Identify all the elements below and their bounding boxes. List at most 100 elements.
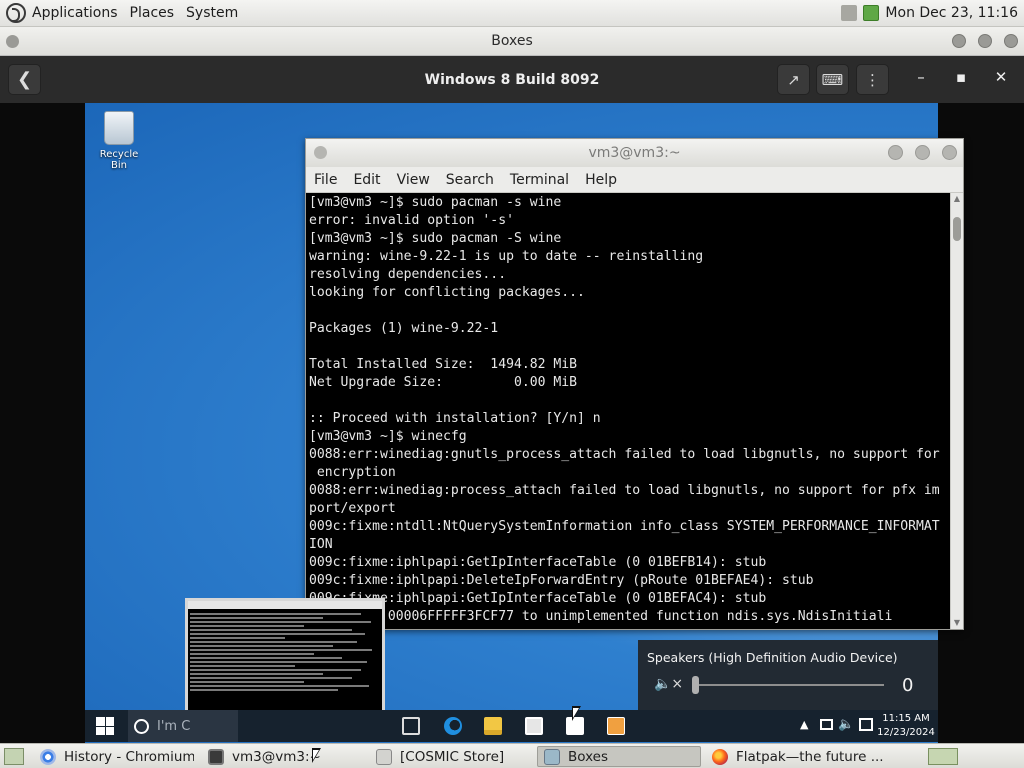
- scroll-up-icon[interactable]: ▲: [953, 195, 961, 203]
- host-mouse-cursor: [312, 748, 321, 763]
- terminal-menu-edit[interactable]: Edit: [345, 172, 388, 188]
- panel-clock[interactable]: Mon Dec 23, 11:16: [885, 5, 1018, 21]
- terminal-menu-terminal[interactable]: Terminal: [502, 172, 577, 188]
- header-minimize-icon[interactable]: –: [909, 68, 933, 86]
- file-explorer-icon[interactable]: [484, 717, 502, 735]
- guest-taskbar: I'm C ▲ 🔈 11:15 AM 12/23/2024: [85, 710, 938, 742]
- task-boxes[interactable]: Boxes: [537, 746, 701, 767]
- terminal-menu-view[interactable]: View: [389, 172, 438, 188]
- volume-slider-track[interactable]: [694, 684, 884, 686]
- terminal-line: from 00006FFFFF3FCF77 to unimplemented f…: [309, 609, 893, 624]
- fullscreen-button[interactable]: ↗: [777, 64, 810, 95]
- terminal-window[interactable]: vm3@vm3:~ File Edit View Search Terminal…: [305, 138, 964, 630]
- store-icon: [376, 748, 392, 765]
- keyboard-button[interactable]: ⌨: [816, 64, 849, 95]
- terminal-line: [vm3@vm3 ~]$ winecfg: [309, 429, 467, 444]
- terminal-line: error: invalid option '-s': [309, 213, 514, 228]
- volume-tray-icon[interactable]: 🔈: [838, 717, 854, 732]
- volume-flyout: Speakers (High Definition Audio Device) …: [638, 640, 938, 710]
- cortana-icon: [134, 718, 149, 734]
- back-button[interactable]: ❮: [8, 64, 41, 95]
- header-maximize-icon[interactable]: ▪: [949, 68, 973, 86]
- store-icon[interactable]: [525, 717, 543, 735]
- task-chromium[interactable]: History - Chromium: [34, 746, 194, 767]
- terminal-window-controls: [888, 145, 957, 160]
- volume-slider-thumb[interactable]: [692, 676, 699, 694]
- menu-applications[interactable]: Applications: [26, 5, 124, 21]
- terminal-icon: [208, 748, 224, 765]
- task-firefox[interactable]: Flatpak—the future ...: [706, 746, 884, 767]
- scroll-down-icon[interactable]: ▼: [953, 619, 961, 627]
- task-label: Flatpak—the future ...: [736, 748, 884, 765]
- terminal-line: [vm3@vm3 ~]$ sudo pacman -s wine: [309, 195, 562, 210]
- workspace-switcher[interactable]: [928, 748, 958, 765]
- terminal-line: [vm3@vm3 ~]$ sudo pacman -S wine: [309, 231, 562, 246]
- terminal-output[interactable]: [vm3@vm3 ~]$ sudo pacman -s wine error: i…: [306, 193, 963, 629]
- menu-places[interactable]: Places: [124, 5, 181, 21]
- terminal-menu-help[interactable]: Help: [577, 172, 625, 188]
- chevron-left-icon: ❮: [16, 69, 33, 90]
- cortana-search-box[interactable]: I'm C: [128, 710, 238, 742]
- terminal-line: Net Upgrade Size: 0.00 MiB: [309, 375, 578, 390]
- terminal-line: 009c:fixme:iphlpapi:GetIpInterfaceTable …: [309, 591, 767, 606]
- guest-mouse-cursor: [572, 706, 581, 721]
- terminal-line: 009c:fixme:iphlpapi:DeleteIpForwardEntry…: [309, 573, 814, 588]
- network-tray-icon[interactable]: [820, 719, 833, 730]
- recycle-bin-label: Recycle Bin: [99, 149, 139, 171]
- panel-tray: Mon Dec 23, 11:16: [841, 5, 1024, 21]
- menu-button[interactable]: ⋮: [856, 64, 889, 95]
- task-store[interactable]: [COSMIC Store]: [370, 746, 530, 767]
- terminal-line: 0088:err:winediag:process_attach failed …: [309, 483, 940, 498]
- media-player-icon[interactable]: [607, 717, 625, 735]
- windows-start-icon[interactable]: [96, 717, 114, 735]
- terminal-menu-file[interactable]: File: [306, 172, 345, 188]
- terminal-line: 009c:fixme:iphlpapi:GetIpInterfaceTable …: [309, 555, 767, 570]
- action-center-icon[interactable]: [859, 718, 873, 731]
- battery-icon[interactable]: [863, 5, 880, 21]
- show-desktop-icon[interactable]: [4, 747, 24, 765]
- keyboard-icon: ⌨: [821, 70, 844, 89]
- terminal-minimize-icon[interactable]: [888, 145, 903, 160]
- close-icon[interactable]: [1004, 34, 1018, 48]
- edge-icon[interactable]: [444, 717, 462, 735]
- terminal-scrollbar[interactable]: ▲ ▼: [950, 193, 963, 629]
- distro-logo-icon[interactable]: [6, 3, 26, 23]
- terminal-line: :: Proceed with installation? [Y/n] n: [309, 411, 601, 426]
- speaker-muted-icon[interactable]: 🔈×: [654, 676, 683, 692]
- task-label: History - Chromium: [64, 748, 194, 765]
- terminal-line: looking for conflicting packages...: [309, 285, 585, 300]
- boxes-window-title: Boxes: [491, 33, 533, 49]
- terminal-line: warning: wine-9.22-1 is up to date -- re…: [309, 249, 704, 264]
- window-menu-icon[interactable]: [6, 35, 19, 48]
- terminal-titlebar[interactable]: vm3@vm3:~: [306, 139, 963, 167]
- chromium-icon: [40, 748, 56, 765]
- minimize-icon[interactable]: [952, 34, 966, 48]
- task-label: vm3@vm3:~: [232, 748, 321, 765]
- header-close-icon[interactable]: ✕: [989, 68, 1013, 86]
- scrollbar-thumb[interactable]: [953, 217, 961, 241]
- terminal-close-icon[interactable]: [942, 145, 957, 160]
- terminal-menu-search[interactable]: Search: [438, 172, 502, 188]
- terminal-line: Packages (1) wine-9.22-1: [309, 321, 499, 336]
- terminal-line: resolving dependencies...: [309, 267, 507, 282]
- chevron-up-icon[interactable]: ▲: [800, 718, 808, 731]
- guest-clock-date: 12/23/2024: [877, 727, 935, 738]
- menu-system[interactable]: System: [180, 5, 244, 21]
- terminal-maximize-icon[interactable]: [915, 145, 930, 160]
- network-icon[interactable]: [841, 5, 858, 21]
- terminal-line: 009c:fixme:ntdll:NtQuerySystemInformatio…: [309, 519, 940, 534]
- task-view-icon[interactable]: [402, 717, 420, 735]
- terminal-text[interactable]: [vm3@vm3 ~]$ sudo pacman -s wine error: i…: [309, 194, 949, 626]
- task-terminal[interactable]: vm3@vm3:~: [202, 746, 362, 767]
- task-label: Boxes: [568, 748, 609, 765]
- recycle-bin[interactable]: Recycle Bin: [93, 111, 145, 171]
- terminal-window-menu-icon[interactable]: [314, 146, 327, 159]
- recycle-bin-icon: [104, 111, 134, 145]
- host-taskbar: History - Chromium vm3@vm3:~ [COSMIC Sto…: [0, 743, 1024, 768]
- guest-clock[interactable]: 11:15 AM 12/23/2024: [875, 712, 937, 740]
- boxes-window-titlebar[interactable]: Boxes: [0, 27, 1024, 56]
- audio-device-label[interactable]: Speakers (High Definition Audio Device): [647, 650, 898, 665]
- maximize-icon[interactable]: [978, 34, 992, 48]
